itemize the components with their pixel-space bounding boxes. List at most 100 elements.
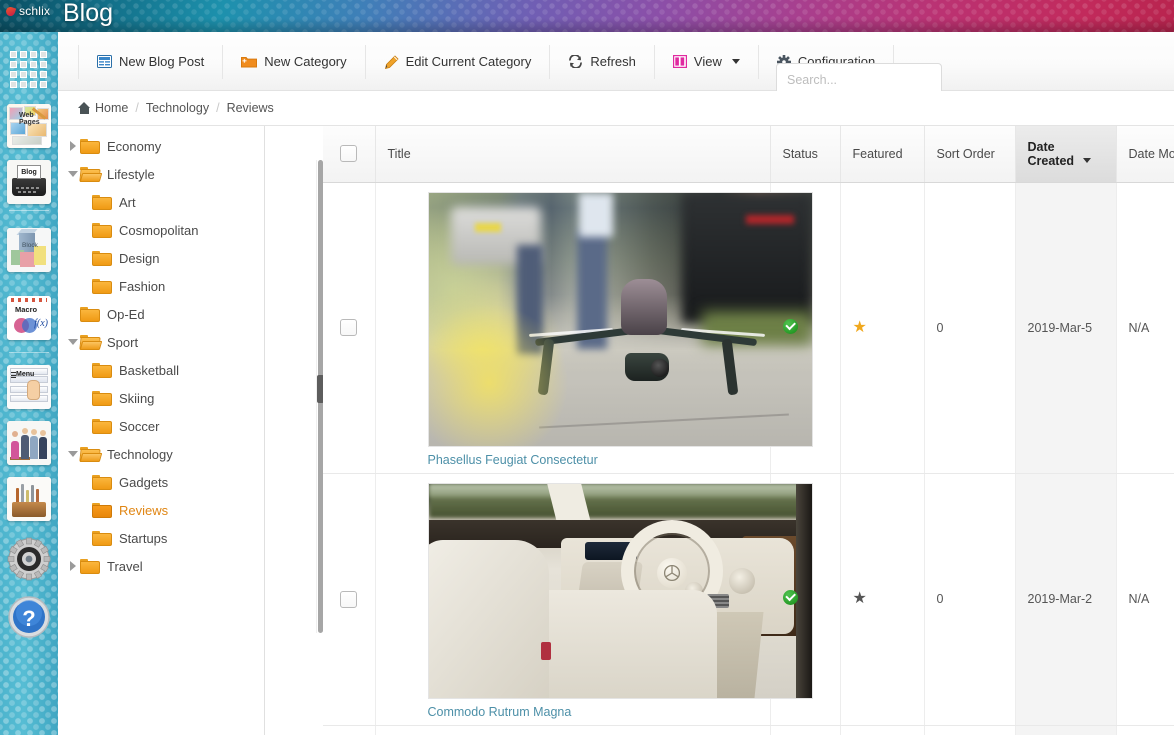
tree-scrollbar[interactable] [316,160,324,633]
row-title-cell [375,725,813,735]
rail-divider-2 [9,352,49,353]
leaf-logo-icon [4,5,17,17]
rail-item-dashboard[interactable] [7,48,51,92]
web-pages-icon-label: Web Pages [19,112,40,126]
row-featured-cell [840,725,925,735]
column-header-status[interactable]: Status [770,126,841,183]
breadcrumb-item-home[interactable]: Home [78,101,128,115]
folder-icon [92,222,112,238]
edit-current-category-button[interactable]: Edit Current Category [366,44,551,79]
tree-node-reviews[interactable]: Reviews [58,496,264,524]
macro-fx-icon: Macro f(x) [7,296,51,340]
chevron-right-icon [70,561,76,571]
column-header-title[interactable]: Title [375,126,771,183]
folder-icon [92,530,112,546]
breadcrumb-item-technology[interactable]: Technology [146,101,209,115]
row-featured-cell[interactable]: ★ [840,473,925,726]
column-header-sort-order[interactable]: Sort Order [924,126,1016,183]
tree-node-fashion[interactable]: Fashion [58,272,264,300]
folder-open-icon [79,334,103,350]
pencil-icon [384,54,399,69]
folder-icon [92,250,112,266]
app-icon-rail: Web Pages Blog Block Macro f(x) Menu ? [0,32,58,735]
folder-icon [92,502,112,518]
breadcrumb-item-reviews[interactable]: Reviews [227,101,274,115]
sort-descending-icon [1082,157,1091,163]
rail-item-menu[interactable]: Menu [7,365,51,409]
breadcrumb-separator-1: / [135,101,139,115]
folder-open-icon [79,166,103,182]
new-blog-post-button[interactable]: New Blog Post [78,44,224,79]
breadcrumb: Home / Technology / Reviews [58,91,1174,126]
mercedes-star-icon [663,564,680,581]
toolbox-icon [7,477,51,521]
post-title-link[interactable]: Commodo Rutrum Magna [428,705,572,719]
expand-collapse-toggle[interactable] [66,328,80,356]
rail-item-blog[interactable]: Blog [7,160,51,204]
tree-node-label: Design [119,250,160,266]
row-checkbox[interactable] [340,319,358,336]
expand-collapse-toggle[interactable] [66,440,80,468]
row-select-cell[interactable] [323,182,376,474]
table-row[interactable]: Phasellus Feugiat Consectetur ★ 0 2019-M… [323,182,1174,474]
tree-node-basketball[interactable]: Basketball [58,356,264,384]
row-date-modified-cell: N/A [1116,182,1174,474]
column-header-date-modified[interactable]: Date Modified [1116,126,1174,183]
tree-node-sport[interactable]: Sport [58,328,264,356]
refresh-button[interactable]: Refresh [550,44,655,79]
drone-flying-photo[interactable] [427,191,813,447]
rail-item-tools[interactable] [7,477,51,521]
tree-node-skiing[interactable]: Skiing [58,384,264,412]
tree-node-label: Art [119,194,136,210]
rail-item-help[interactable]: ? [7,595,51,639]
select-all-checkbox[interactable] [340,145,358,163]
tree-node-cosmopolitan[interactable]: Cosmopolitan [58,216,264,244]
car-interior-photo[interactable] [427,482,813,699]
macro-icon-label: Macro [15,305,38,314]
tree-node-gadgets[interactable]: Gadgets [58,468,264,496]
row-title-cell: Commodo Rutrum Magna [375,473,813,726]
column-header-select-all[interactable] [323,126,376,183]
tree-node-technology[interactable]: Technology [58,440,264,468]
menu-icon-label: Menu [16,371,35,378]
tree-node-label: Sport [107,334,139,350]
row-select-cell[interactable] [323,473,376,726]
rail-item-macro[interactable]: Macro f(x) [7,296,51,340]
column-header-featured[interactable]: Featured [840,126,925,183]
expand-collapse-toggle[interactable] [66,552,80,580]
row-select-cell[interactable] [323,725,376,735]
blog-icon-label: Blog [21,169,37,176]
row-checkbox[interactable] [340,590,358,608]
row-date-modified-cell: N/A [1116,473,1174,726]
category-tree: Economy Lifestyle Art Cosmopolitan Desig… [58,126,265,735]
tree-node-op-ed[interactable]: Op-Ed [58,300,264,328]
rail-item-users[interactable] [7,421,51,465]
expand-collapse-toggle[interactable] [66,132,80,160]
folder-icon [80,306,100,322]
rail-item-web-pages[interactable]: Web Pages [7,104,51,148]
page-title: Blog [63,0,114,27]
star-icon[interactable]: ★ [853,319,867,336]
post-title-link[interactable]: Phasellus Feugiat Consectetur [428,453,598,467]
brand[interactable]: schlix [4,4,50,18]
rail-item-settings[interactable] [7,537,51,581]
tree-node-soccer[interactable]: Soccer [58,412,264,440]
table-row[interactable] [323,725,1174,735]
folder-icon [80,558,100,574]
new-category-button[interactable]: New Category [223,44,366,79]
folder-icon [92,390,112,406]
row-featured-cell[interactable]: ★ [840,182,925,474]
rail-item-block[interactable]: Block [7,228,51,272]
expand-collapse-toggle[interactable] [66,160,80,188]
view-menu-button[interactable]: View [655,44,759,79]
tree-node-startups[interactable]: Startups [58,524,264,552]
tree-node-travel[interactable]: Travel [58,552,264,580]
star-icon[interactable]: ★ [853,591,867,607]
tree-node-economy[interactable]: Economy [58,132,264,160]
tree-node-lifestyle[interactable]: Lifestyle [58,160,264,188]
tree-node-art[interactable]: Art [58,188,264,216]
tree-node-label: Fashion [119,278,166,294]
column-header-date-created[interactable]: Date Created [1015,126,1117,183]
table-row[interactable]: Commodo Rutrum Magna ★ 0 2019-Mar-2 N/A [323,473,1174,726]
tree-node-design[interactable]: Design [58,244,264,272]
